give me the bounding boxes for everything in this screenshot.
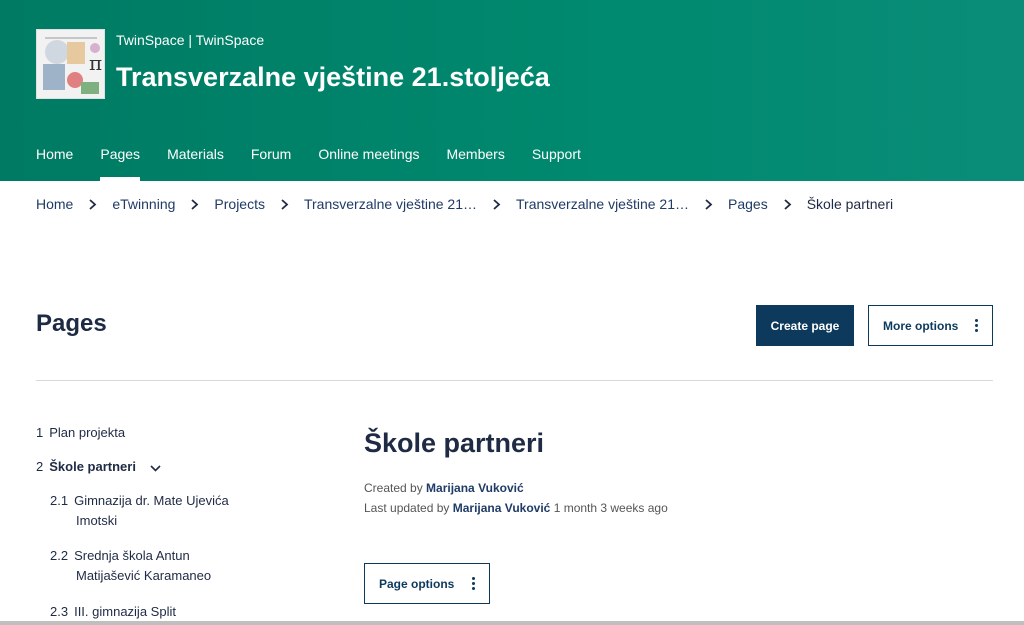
create-page-button[interactable]: Create page bbox=[756, 305, 854, 346]
breadcrumb-project[interactable]: Transverzalne vještine 21… bbox=[304, 196, 477, 212]
tree-item-number: 2.2 bbox=[50, 548, 69, 563]
tree-item-number: 2.1 bbox=[50, 493, 69, 508]
breadcrumb: Home eTwinning Projects Transverzalne vj… bbox=[36, 196, 893, 212]
svg-text:π: π bbox=[89, 51, 102, 75]
breadcrumb-home[interactable]: Home bbox=[36, 196, 73, 212]
tree-item-label: Škole partneri bbox=[49, 459, 136, 474]
tree-item-number: 2 bbox=[36, 459, 44, 474]
chevron-right-icon bbox=[190, 198, 199, 210]
breadcrumb-twinspace[interactable]: Transverzalne vještine 21… bbox=[516, 196, 689, 212]
tree-item-number: 1 bbox=[36, 425, 44, 440]
updated-by-prefix: Last updated by bbox=[364, 501, 450, 515]
more-options-label: More options bbox=[883, 318, 959, 333]
tree-item-label: Plan projekta bbox=[49, 425, 126, 440]
content-title: Škole partneri bbox=[364, 428, 545, 458]
page-options-button[interactable]: Page options bbox=[364, 563, 490, 604]
kebab-menu-icon bbox=[472, 577, 475, 591]
site-title[interactable]: Transverzalne vještine 21.stoljeća bbox=[116, 62, 550, 93]
window-bottom-edge bbox=[0, 621, 1024, 625]
tree-item-gimnazija-imotski[interactable]: 2.1 Gimnazija dr. Mate Ujevića Imotski bbox=[50, 491, 229, 531]
kebab-menu-icon bbox=[975, 319, 978, 333]
last-updated-line: Last updated by Marijana Vuković 1 month… bbox=[364, 501, 668, 515]
tree-item-number: 2.3 bbox=[50, 604, 69, 619]
tree-item-label: Srednja škola Antun bbox=[74, 548, 190, 563]
tree-item-iii-gimnazija[interactable]: 2.3 III. gimnazija Split bbox=[50, 602, 176, 622]
chevron-down-icon[interactable] bbox=[149, 458, 161, 478]
chevron-right-icon bbox=[280, 198, 289, 210]
tree-item-plan-projekta[interactable]: 1 Plan projekta bbox=[36, 423, 125, 443]
updated-by-author-link[interactable]: Marijana Vuković bbox=[453, 501, 551, 515]
main-navigation: Home Pages Materials Forum Online meetin… bbox=[36, 146, 608, 181]
created-by-prefix: Created by bbox=[364, 481, 423, 495]
chevron-right-icon bbox=[88, 198, 97, 210]
chevron-right-icon bbox=[783, 198, 792, 210]
chevron-right-icon bbox=[492, 198, 501, 210]
nav-home[interactable]: Home bbox=[36, 146, 73, 181]
created-by-line: Created by Marijana Vuković bbox=[364, 481, 524, 495]
tree-item-label: Gimnazija dr. Mate Ujevića bbox=[74, 493, 229, 508]
tree-item-label-continued: Matijašević Karamaneo bbox=[76, 568, 212, 583]
breadcrumb-projects[interactable]: Projects bbox=[214, 196, 265, 212]
nav-members[interactable]: Members bbox=[446, 146, 504, 181]
page-title: Pages bbox=[36, 310, 107, 337]
nav-online-meetings[interactable]: Online meetings bbox=[318, 146, 419, 181]
site-header: π TwinSpace | TwinSpace Transverzalne vj… bbox=[0, 0, 1024, 181]
tree-item-label-continued: Imotski bbox=[76, 513, 118, 528]
breadcrumb-current: Škole partneri bbox=[806, 196, 894, 212]
tree-item-srednja-skola[interactable]: 2.2 Srednja škola Antun Matijašević Karam… bbox=[50, 546, 211, 586]
site-subtitle[interactable]: TwinSpace | TwinSpace bbox=[116, 32, 264, 48]
updated-when: 1 month 3 weeks ago bbox=[553, 501, 668, 515]
more-options-button[interactable]: More options bbox=[868, 305, 993, 346]
breadcrumb-etwinning[interactable]: eTwinning bbox=[112, 196, 175, 212]
project-logo-image: π bbox=[37, 30, 104, 98]
nav-forum[interactable]: Forum bbox=[251, 146, 291, 181]
tree-item-skole-partneri[interactable]: 2 Škole partneri bbox=[36, 457, 161, 478]
divider bbox=[36, 380, 993, 381]
nav-pages[interactable]: Pages bbox=[100, 146, 140, 181]
tree-item-label: III. gimnazija Split bbox=[74, 604, 176, 619]
project-logo[interactable]: π bbox=[36, 29, 105, 99]
created-by-author-link[interactable]: Marijana Vuković bbox=[426, 481, 524, 495]
nav-support[interactable]: Support bbox=[532, 146, 581, 181]
breadcrumb-pages[interactable]: Pages bbox=[728, 196, 768, 212]
page-options-label: Page options bbox=[379, 576, 455, 591]
chevron-right-icon bbox=[704, 198, 713, 210]
nav-materials[interactable]: Materials bbox=[167, 146, 224, 181]
create-page-label: Create page bbox=[770, 318, 840, 333]
